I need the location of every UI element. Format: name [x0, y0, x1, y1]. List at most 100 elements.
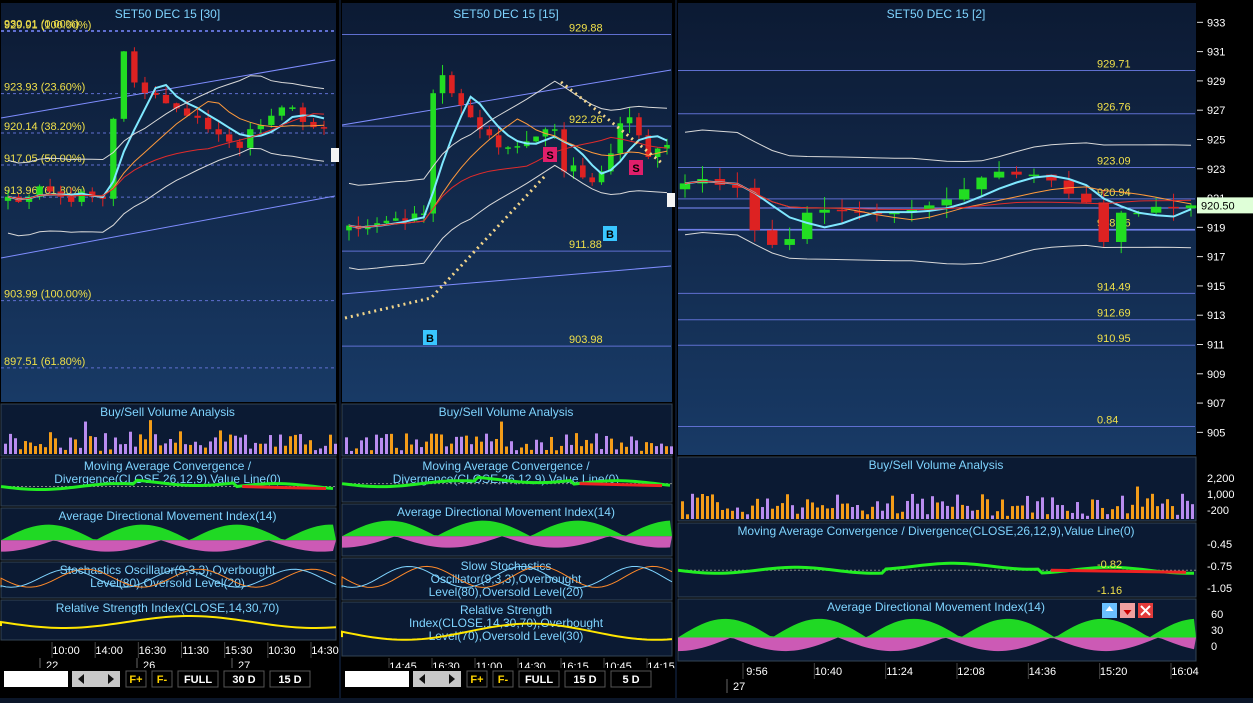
- candle-body[interactable]: [993, 171, 1005, 178]
- candle-body[interactable]: [392, 218, 399, 221]
- price-area[interactable]: [342, 3, 672, 402]
- candle-body[interactable]: [236, 141, 243, 148]
- chart-panel-2min[interactable]: SET50 DEC 15 [2] 929.71 926.76 923.09 920.94…: [677, 0, 1253, 698]
- toolbar-button-label[interactable]: 5 D: [622, 674, 639, 686]
- candle-body[interactable]: [801, 212, 813, 240]
- candle-body[interactable]: [449, 75, 455, 94]
- volume-bar: [941, 501, 944, 519]
- candle-body[interactable]: [626, 117, 633, 124]
- chart-15min-svg[interactable]: SET50 DEC 15 [15] 929.88 922.26 911.88 903.9…: [341, 0, 675, 698]
- candle-body[interactable]: [819, 209, 830, 213]
- volume-bar: [1051, 497, 1054, 519]
- candle-body[interactable]: [570, 165, 577, 172]
- candle-body[interactable]: [278, 107, 286, 116]
- volume-bar: [956, 494, 959, 519]
- candle-body[interactable]: [1185, 205, 1197, 209]
- candle-body[interactable]: [1098, 202, 1109, 242]
- candle-body[interactable]: [514, 146, 521, 148]
- candle-body[interactable]: [289, 107, 296, 109]
- macd-axis-label: -0.45: [1207, 539, 1232, 551]
- candle-body[interactable]: [958, 189, 970, 200]
- volume-bar: [34, 446, 37, 454]
- candle-body[interactable]: [68, 196, 75, 202]
- candle-body[interactable]: [215, 129, 222, 135]
- chart-panel-15min[interactable]: SET50 DEC 15 [15] 929.88 922.26 911.88 903.9…: [341, 0, 675, 698]
- candle-body[interactable]: [458, 93, 465, 106]
- toolbar-button-label[interactable]: F+: [129, 674, 142, 686]
- candle-body[interactable]: [467, 105, 474, 118]
- candle-body[interactable]: [836, 209, 848, 212]
- fib-label: 912.69: [1097, 308, 1131, 320]
- candle-body[interactable]: [131, 51, 138, 83]
- candle-body[interactable]: [439, 75, 446, 94]
- volume-bar: [1181, 493, 1184, 519]
- chart-30min-svg[interactable]: SET50 DEC 15 [30]930.01 (0.00%)929.91 (1…: [0, 0, 339, 698]
- chart-title: SET50 DEC 15 [2]: [887, 7, 986, 21]
- volume-bar: [1101, 507, 1104, 519]
- chart-panel-30min[interactable]: SET50 DEC 15 [30] 930.01 (0.00%) 929.91 (1…: [0, 0, 339, 698]
- price-axis-label: 931: [1207, 47, 1225, 59]
- toolbar-button-label[interactable]: 15 D: [278, 674, 301, 686]
- toolbar-button-label[interactable]: 30 D: [232, 674, 255, 686]
- toolbar-button-label[interactable]: 15 D: [573, 674, 596, 686]
- macd-value-label: -0.82: [1097, 559, 1122, 571]
- volume-bar: [1186, 500, 1189, 519]
- candle-body[interactable]: [533, 136, 539, 142]
- candle-body[interactable]: [486, 129, 493, 136]
- volume-bar: [976, 509, 979, 519]
- candle-body[interactable]: [247, 129, 254, 148]
- toolbar-button-label[interactable]: FULL: [525, 674, 553, 686]
- candle-body[interactable]: [1011, 171, 1022, 175]
- candle-body[interactable]: [1115, 212, 1127, 242]
- volume-bar: [129, 431, 132, 454]
- candle-body[interactable]: [784, 239, 795, 245]
- toolbar-button-label[interactable]: F+: [470, 674, 483, 686]
- candle-body[interactable]: [204, 117, 212, 130]
- candle-body[interactable]: [767, 230, 778, 245]
- candle-body[interactable]: [561, 129, 567, 172]
- candle-body[interactable]: [310, 121, 317, 128]
- scrollbar-track[interactable]: [345, 671, 409, 687]
- toolbar-button-label[interactable]: F-: [157, 674, 168, 686]
- candle-body[interactable]: [495, 135, 502, 148]
- macd-axis-label: -0.75: [1207, 561, 1232, 573]
- fib-label: 0.84: [1097, 414, 1118, 426]
- volume-bar: [620, 442, 623, 454]
- candle-body[interactable]: [120, 51, 128, 119]
- candle-body[interactable]: [505, 147, 511, 149]
- volume-bar: [44, 447, 47, 454]
- candle-body[interactable]: [941, 199, 952, 206]
- candle-body[interactable]: [1081, 193, 1092, 203]
- candle-body[interactable]: [46, 186, 54, 192]
- chart-2min-svg[interactable]: SET50 DEC 15 [2]929.71926.76923.09920.94…: [677, 0, 1253, 698]
- toolbar-button-label[interactable]: F-: [498, 674, 509, 686]
- candle-body[interactable]: [636, 117, 642, 136]
- candle-body[interactable]: [320, 127, 328, 129]
- candle-body[interactable]: [383, 220, 390, 224]
- candle-body[interactable]: [1168, 206, 1179, 209]
- volume-bar: [455, 436, 458, 454]
- candle-body[interactable]: [141, 82, 149, 93]
- candle-body[interactable]: [976, 177, 987, 190]
- candle-body[interactable]: [1028, 174, 1040, 177]
- candle-body[interactable]: [162, 94, 170, 104]
- candle-body[interactable]: [580, 165, 586, 178]
- candle-body[interactable]: [268, 115, 275, 126]
- scrollbar-track[interactable]: [4, 671, 68, 687]
- volume-bar: [269, 435, 272, 454]
- volume-bar: [861, 510, 864, 519]
- volume-bar: [174, 442, 177, 454]
- candle-body[interactable]: [679, 183, 691, 190]
- indicator-title: Oscillator(9,3,3),Overbought: [431, 572, 582, 586]
- candle-body[interactable]: [1150, 206, 1162, 213]
- time-label: 10:00: [52, 645, 80, 657]
- candle-body[interactable]: [551, 129, 558, 131]
- candle-body[interactable]: [226, 134, 233, 142]
- indicator-title: Average Directional Movement Index(14): [827, 600, 1045, 614]
- volume-axis-label: 1,000: [1207, 489, 1235, 501]
- candle-body[interactable]: [194, 115, 201, 118]
- price-axis-label: 925: [1207, 134, 1225, 146]
- toolbar-button-label[interactable]: FULL: [184, 674, 212, 686]
- candle-body[interactable]: [589, 177, 595, 183]
- price-area[interactable]: [1, 3, 336, 402]
